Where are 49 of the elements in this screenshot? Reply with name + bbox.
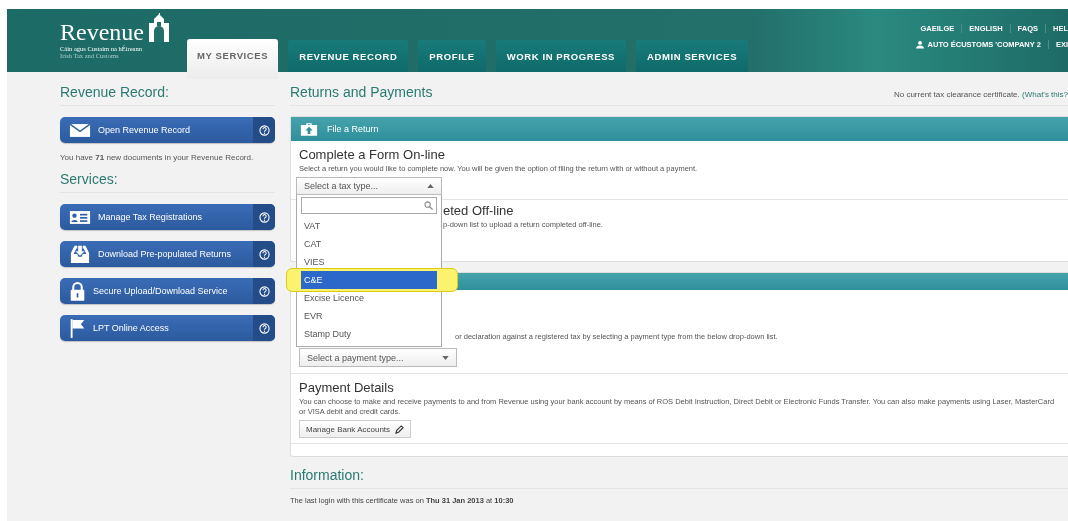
briefcase-upload-icon — [300, 121, 318, 137]
form-heading: eted Off-line — [443, 203, 515, 218]
dropdown-option[interactable]: CAT — [301, 235, 437, 253]
help-icon[interactable] — [258, 322, 270, 334]
dropdown-option[interactable]: EVR — [301, 307, 437, 325]
clearance-note: No current tax clearance certificate. — [893, 90, 1021, 99]
service-button[interactable]: Open Revenue Record — [60, 117, 275, 143]
manage-accounts-button[interactable]: Manage Bank Accounts — [299, 420, 412, 438]
nav-tab[interactable]: PROFILE — [418, 40, 486, 72]
form-heading: Payment Details — [299, 380, 395, 395]
padlock-icon — [69, 280, 86, 302]
dropdown-option[interactable]: VIES — [301, 253, 437, 271]
flag-icon — [69, 317, 86, 339]
search-icon — [424, 201, 433, 210]
envelope-icon — [69, 122, 91, 138]
logo-wordmark: Revenue — [60, 19, 144, 45]
form-heading: Complete a Form On-line — [299, 147, 446, 162]
help-icon[interactable] — [258, 211, 270, 223]
section-heading: Information: — [290, 467, 365, 483]
service-button[interactable]: Secure Upload/Download Service — [60, 278, 275, 304]
dropdown-option[interactable]: VAT — [301, 217, 437, 235]
documents-note: You have 71 new documents in your Revenue Record. — [60, 153, 255, 163]
dropdown-option[interactable]: Excise Licence — [301, 289, 437, 307]
service-button[interactable]: Manage Tax Registrations — [60, 204, 275, 230]
sidebar-heading: Revenue Record: — [60, 82, 275, 106]
service-button[interactable]: Download Pre-populated Returns — [60, 241, 275, 267]
nav-tab[interactable]: WORK IN PROGRESS — [495, 40, 627, 72]
sidebar-heading: Services: — [60, 169, 275, 193]
dropdown-option[interactable]: Stamp Duty — [301, 325, 437, 343]
building-logo-icon — [147, 13, 170, 43]
help-icon[interactable] — [258, 124, 270, 136]
search-field[interactable] — [301, 197, 437, 214]
service-button[interactable]: LPT Online Access — [60, 315, 275, 341]
id-card-icon — [69, 209, 91, 225]
nav-tab[interactable]: REVENUE RECORD — [288, 40, 409, 72]
section-heading: Returns and Payments — [290, 84, 433, 100]
nav-tab[interactable]: MY SERVICES — [187, 39, 279, 79]
nav-tab[interactable]: ADMIN SERVICES — [636, 40, 749, 72]
panel-title: File a Return — [327, 124, 379, 134]
help-icon[interactable] — [258, 248, 270, 260]
help-link[interactable]: (What's this? — [1022, 90, 1068, 99]
dropdown-option[interactable]: C&E — [301, 271, 437, 289]
caret-down-icon — [442, 355, 449, 360]
help-icon[interactable] — [258, 285, 270, 297]
tax-type-select[interactable]: Select a tax type... — [296, 177, 442, 195]
tray-download-icon — [69, 244, 91, 264]
payment-type-select[interactable]: Select a payment type... — [299, 348, 457, 367]
person-icon — [915, 40, 924, 49]
pencil-icon — [395, 424, 405, 434]
